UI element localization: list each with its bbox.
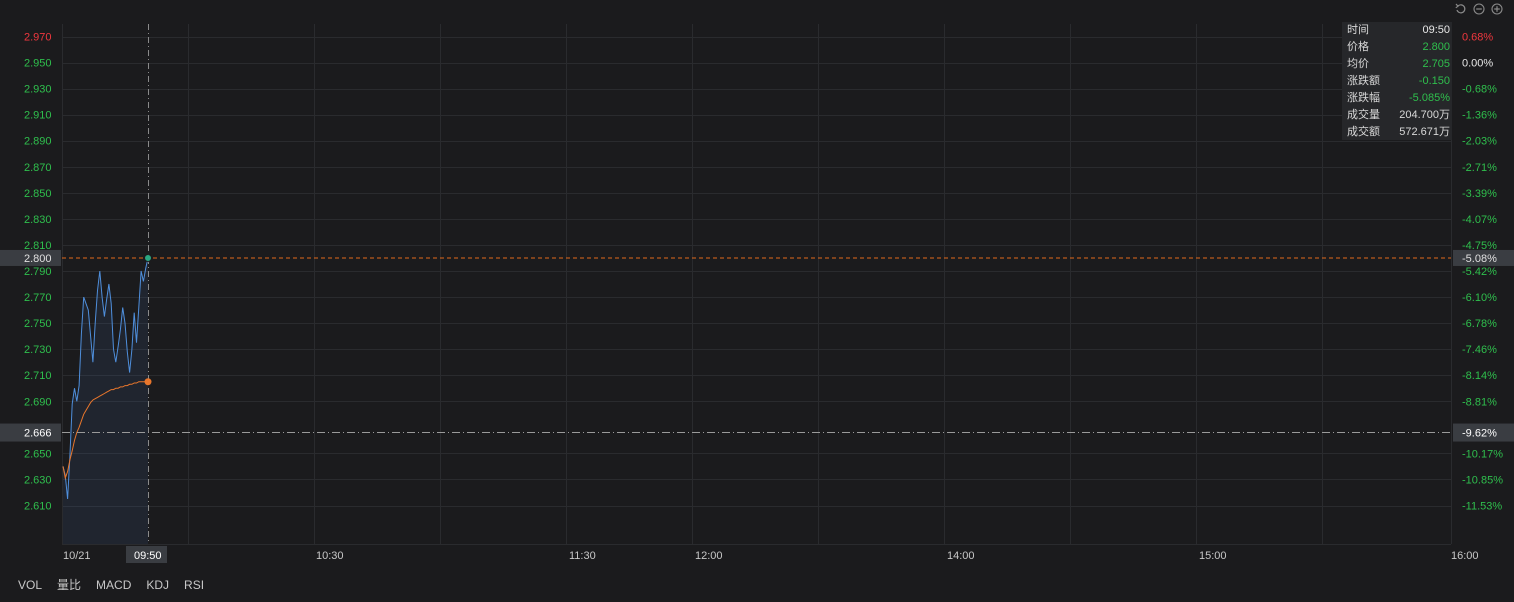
price-tick-label: 2.870 [24, 162, 52, 174]
price-tick-label: 2.650 [24, 448, 52, 460]
info-label: 涨跌额 [1347, 75, 1380, 87]
percent-tick-label: -8.81% [1462, 396, 1497, 408]
percent-tick-label: -10.85% [1462, 474, 1503, 486]
time-tick-label: 11:30 [569, 550, 596, 562]
indicator-tabs: VOL 量比 MACD KDJ RSI [18, 576, 219, 592]
info-label: 涨跌幅 [1347, 92, 1380, 104]
info-row: 价格 2.800 [1342, 39, 1452, 56]
price-tick-label: 2.690 [24, 396, 52, 408]
price-badge: 2.800 [24, 253, 52, 265]
percent-tick-label: -7.46% [1462, 344, 1497, 356]
price-tick-label: 2.890 [24, 136, 52, 148]
indicator-tab[interactable]: MACD [96, 578, 131, 592]
percent-tick-label: 0.00% [1462, 58, 1493, 70]
info-label: 成交额 [1347, 126, 1380, 138]
time-tick-label: 10/21 [63, 550, 91, 562]
info-value: 204.700万 [1399, 109, 1450, 121]
info-row: 涨跌幅 -5.085% [1342, 90, 1452, 107]
price-tick-label: 2.930 [24, 84, 52, 96]
price-tick-label: 2.770 [24, 292, 52, 304]
info-row: 成交额 572.671万 [1342, 124, 1452, 141]
percent-tick-label: -2.71% [1462, 162, 1497, 174]
price-tick-label: 2.790 [24, 266, 52, 278]
percent-tick-label: -6.10% [1462, 292, 1497, 304]
zoom-out-icon[interactable] [1473, 3, 1485, 15]
price-tick-label: 2.710 [24, 370, 52, 382]
indicator-tab[interactable]: RSI [184, 578, 204, 592]
info-row: 成交量 204.700万 [1342, 107, 1452, 124]
info-value: 2.705 [1422, 58, 1450, 70]
baseline-price-badge: 2.666 [24, 428, 52, 440]
percent-tick-label: 0.68% [1462, 32, 1493, 44]
info-row: 涨跌额 -0.150 [1342, 73, 1452, 90]
average-marker [144, 378, 152, 386]
quote-info-panel: 时间 09:50 价格 2.800 均价 2.705 涨跌额 -0.150 涨跌幅 -5.085%… [1342, 22, 1452, 140]
price-tick-label: 2.830 [24, 214, 52, 226]
info-value: -5.085% [1409, 92, 1450, 104]
percent-tick-label: -11.53% [1462, 501, 1502, 513]
info-value: 572.671万 [1399, 126, 1450, 138]
time-tick-label: 15:00 [1199, 550, 1227, 562]
info-value: 2.800 [1422, 41, 1450, 53]
time-tick-label: 12:00 [695, 550, 723, 562]
price-tick-label: 2.730 [24, 344, 52, 356]
info-value: -0.150 [1418, 75, 1450, 87]
indicator-tab[interactable]: KDJ [146, 578, 169, 592]
price-tick-label: 2.910 [24, 110, 52, 122]
time-tick-label: 16:00 [1451, 550, 1479, 562]
info-label: 成交量 [1347, 109, 1380, 121]
indicator-tab[interactable]: 量比 [57, 578, 81, 592]
price-tick-label: 2.950 [24, 58, 52, 70]
percent-tick-label: -4.07% [1462, 214, 1497, 226]
percent-tick-label: -3.39% [1462, 188, 1497, 200]
time-tick-label: 14:00 [947, 550, 975, 562]
percent-tick-label: -10.17% [1462, 448, 1503, 460]
price-area [63, 258, 148, 544]
baseline-percent-badge: -9.62% [1462, 428, 1497, 440]
indicator-tab[interactable]: VOL [18, 578, 42, 592]
price-tick-label: 2.750 [24, 318, 52, 330]
time-tick-label: 10:30 [316, 550, 344, 562]
crosshair-layer: 2.800 -5.08% 2.666 -9.62% 09:50 [0, 24, 1514, 563]
percent-badge: -5.08% [1462, 253, 1497, 265]
info-label: 均价 [1347, 58, 1369, 70]
grid-lines [62, 24, 1452, 545]
percent-tick-label: -8.14% [1462, 370, 1497, 382]
time-axis: 10/21 10:30 11:30 12:00 14:00 15:00 16:00 [63, 550, 1479, 562]
intraday-chart[interactable]: 2.970 2.950 2.930 2.910 2.890 2.870 2.850 2.830… [0, 0, 1514, 602]
price-tick-label: 2.610 [24, 501, 52, 513]
price-tick-label: 2.970 [24, 32, 52, 44]
percent-tick-label: -6.78% [1462, 318, 1497, 330]
series-layer [62, 257, 149, 544]
undo-icon[interactable] [1455, 3, 1467, 15]
percent-tick-label: -0.68% [1462, 84, 1497, 96]
info-row: 均价 2.705 [1342, 56, 1452, 73]
info-value: 09:50 [1422, 24, 1450, 36]
info-row: 时间 09:50 [1342, 22, 1452, 39]
zoom-in-icon[interactable] [1491, 3, 1503, 15]
info-label: 时间 [1347, 24, 1369, 36]
time-badge: 09:50 [134, 550, 162, 562]
price-tick-label: 2.630 [24, 474, 52, 486]
percent-tick-label: -1.36% [1462, 110, 1497, 122]
price-tick-label: 2.850 [24, 188, 52, 200]
percent-tick-label: -2.03% [1462, 136, 1497, 148]
percent-tick-label: -5.42% [1462, 266, 1497, 278]
price-marker [144, 253, 152, 262]
info-label: 价格 [1347, 41, 1369, 53]
